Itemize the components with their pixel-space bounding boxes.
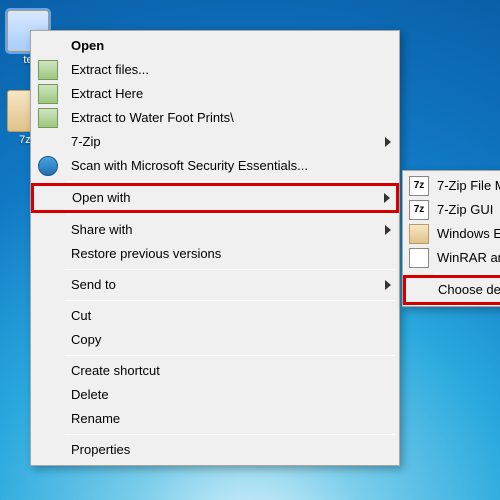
books-icon xyxy=(38,84,58,104)
submenu-item-7zip-gui[interactable]: 7z 7-Zip GUI xyxy=(405,198,500,222)
menu-item-extract-here[interactable]: Extract Here xyxy=(33,82,397,106)
menu-item-send-to[interactable]: Send to xyxy=(33,273,397,297)
menu-separator xyxy=(65,434,395,435)
submenu-arrow-icon xyxy=(385,225,391,235)
menu-separator xyxy=(433,273,500,274)
submenu-arrow-icon xyxy=(385,280,391,290)
menu-item-extract-files[interactable]: Extract files... xyxy=(33,58,397,82)
submenu-item-winrar[interactable]: WinRAR archiv xyxy=(405,246,500,270)
menu-item-properties[interactable]: Properties xyxy=(33,438,397,462)
submenu-arrow-icon xyxy=(384,193,390,203)
menu-item-delete[interactable]: Delete xyxy=(33,383,397,407)
submenu-arrow-icon xyxy=(385,137,391,147)
7z-icon: 7z xyxy=(409,176,429,196)
menu-separator xyxy=(65,214,395,215)
7z-icon: 7z xyxy=(409,200,429,220)
explorer-icon xyxy=(409,224,429,244)
menu-separator xyxy=(65,300,395,301)
winrar-icon xyxy=(409,248,429,268)
menu-item-scan[interactable]: Scan with Microsoft Security Essentials.… xyxy=(33,154,397,178)
open-with-submenu: 7z 7-Zip File Man 7z 7-Zip GUI Windows E… xyxy=(402,170,500,307)
menu-item-open-with[interactable]: Open with xyxy=(31,183,399,213)
submenu-item-choose-default[interactable]: Choose defaul xyxy=(403,275,500,305)
menu-separator xyxy=(65,269,395,270)
menu-separator xyxy=(65,181,395,182)
menu-item-copy[interactable]: Copy xyxy=(33,328,397,352)
menu-item-7zip[interactable]: 7-Zip xyxy=(33,130,397,154)
books-icon xyxy=(38,108,58,128)
menu-item-extract-to[interactable]: Extract to Water Foot Prints\ xyxy=(33,106,397,130)
file-context-menu: Open Extract files... Extract Here Extra… xyxy=(30,30,400,466)
menu-item-rename[interactable]: Rename xyxy=(33,407,397,431)
submenu-item-windows-explorer[interactable]: Windows Explo xyxy=(405,222,500,246)
menu-separator xyxy=(65,355,395,356)
menu-item-open[interactable]: Open xyxy=(33,34,397,58)
shield-icon xyxy=(38,156,58,176)
menu-item-restore[interactable]: Restore previous versions xyxy=(33,242,397,266)
submenu-item-7zip-fm[interactable]: 7z 7-Zip File Man xyxy=(405,174,500,198)
menu-item-cut[interactable]: Cut xyxy=(33,304,397,328)
books-icon xyxy=(38,60,58,80)
menu-item-create-shortcut[interactable]: Create shortcut xyxy=(33,359,397,383)
menu-item-share-with[interactable]: Share with xyxy=(33,218,397,242)
